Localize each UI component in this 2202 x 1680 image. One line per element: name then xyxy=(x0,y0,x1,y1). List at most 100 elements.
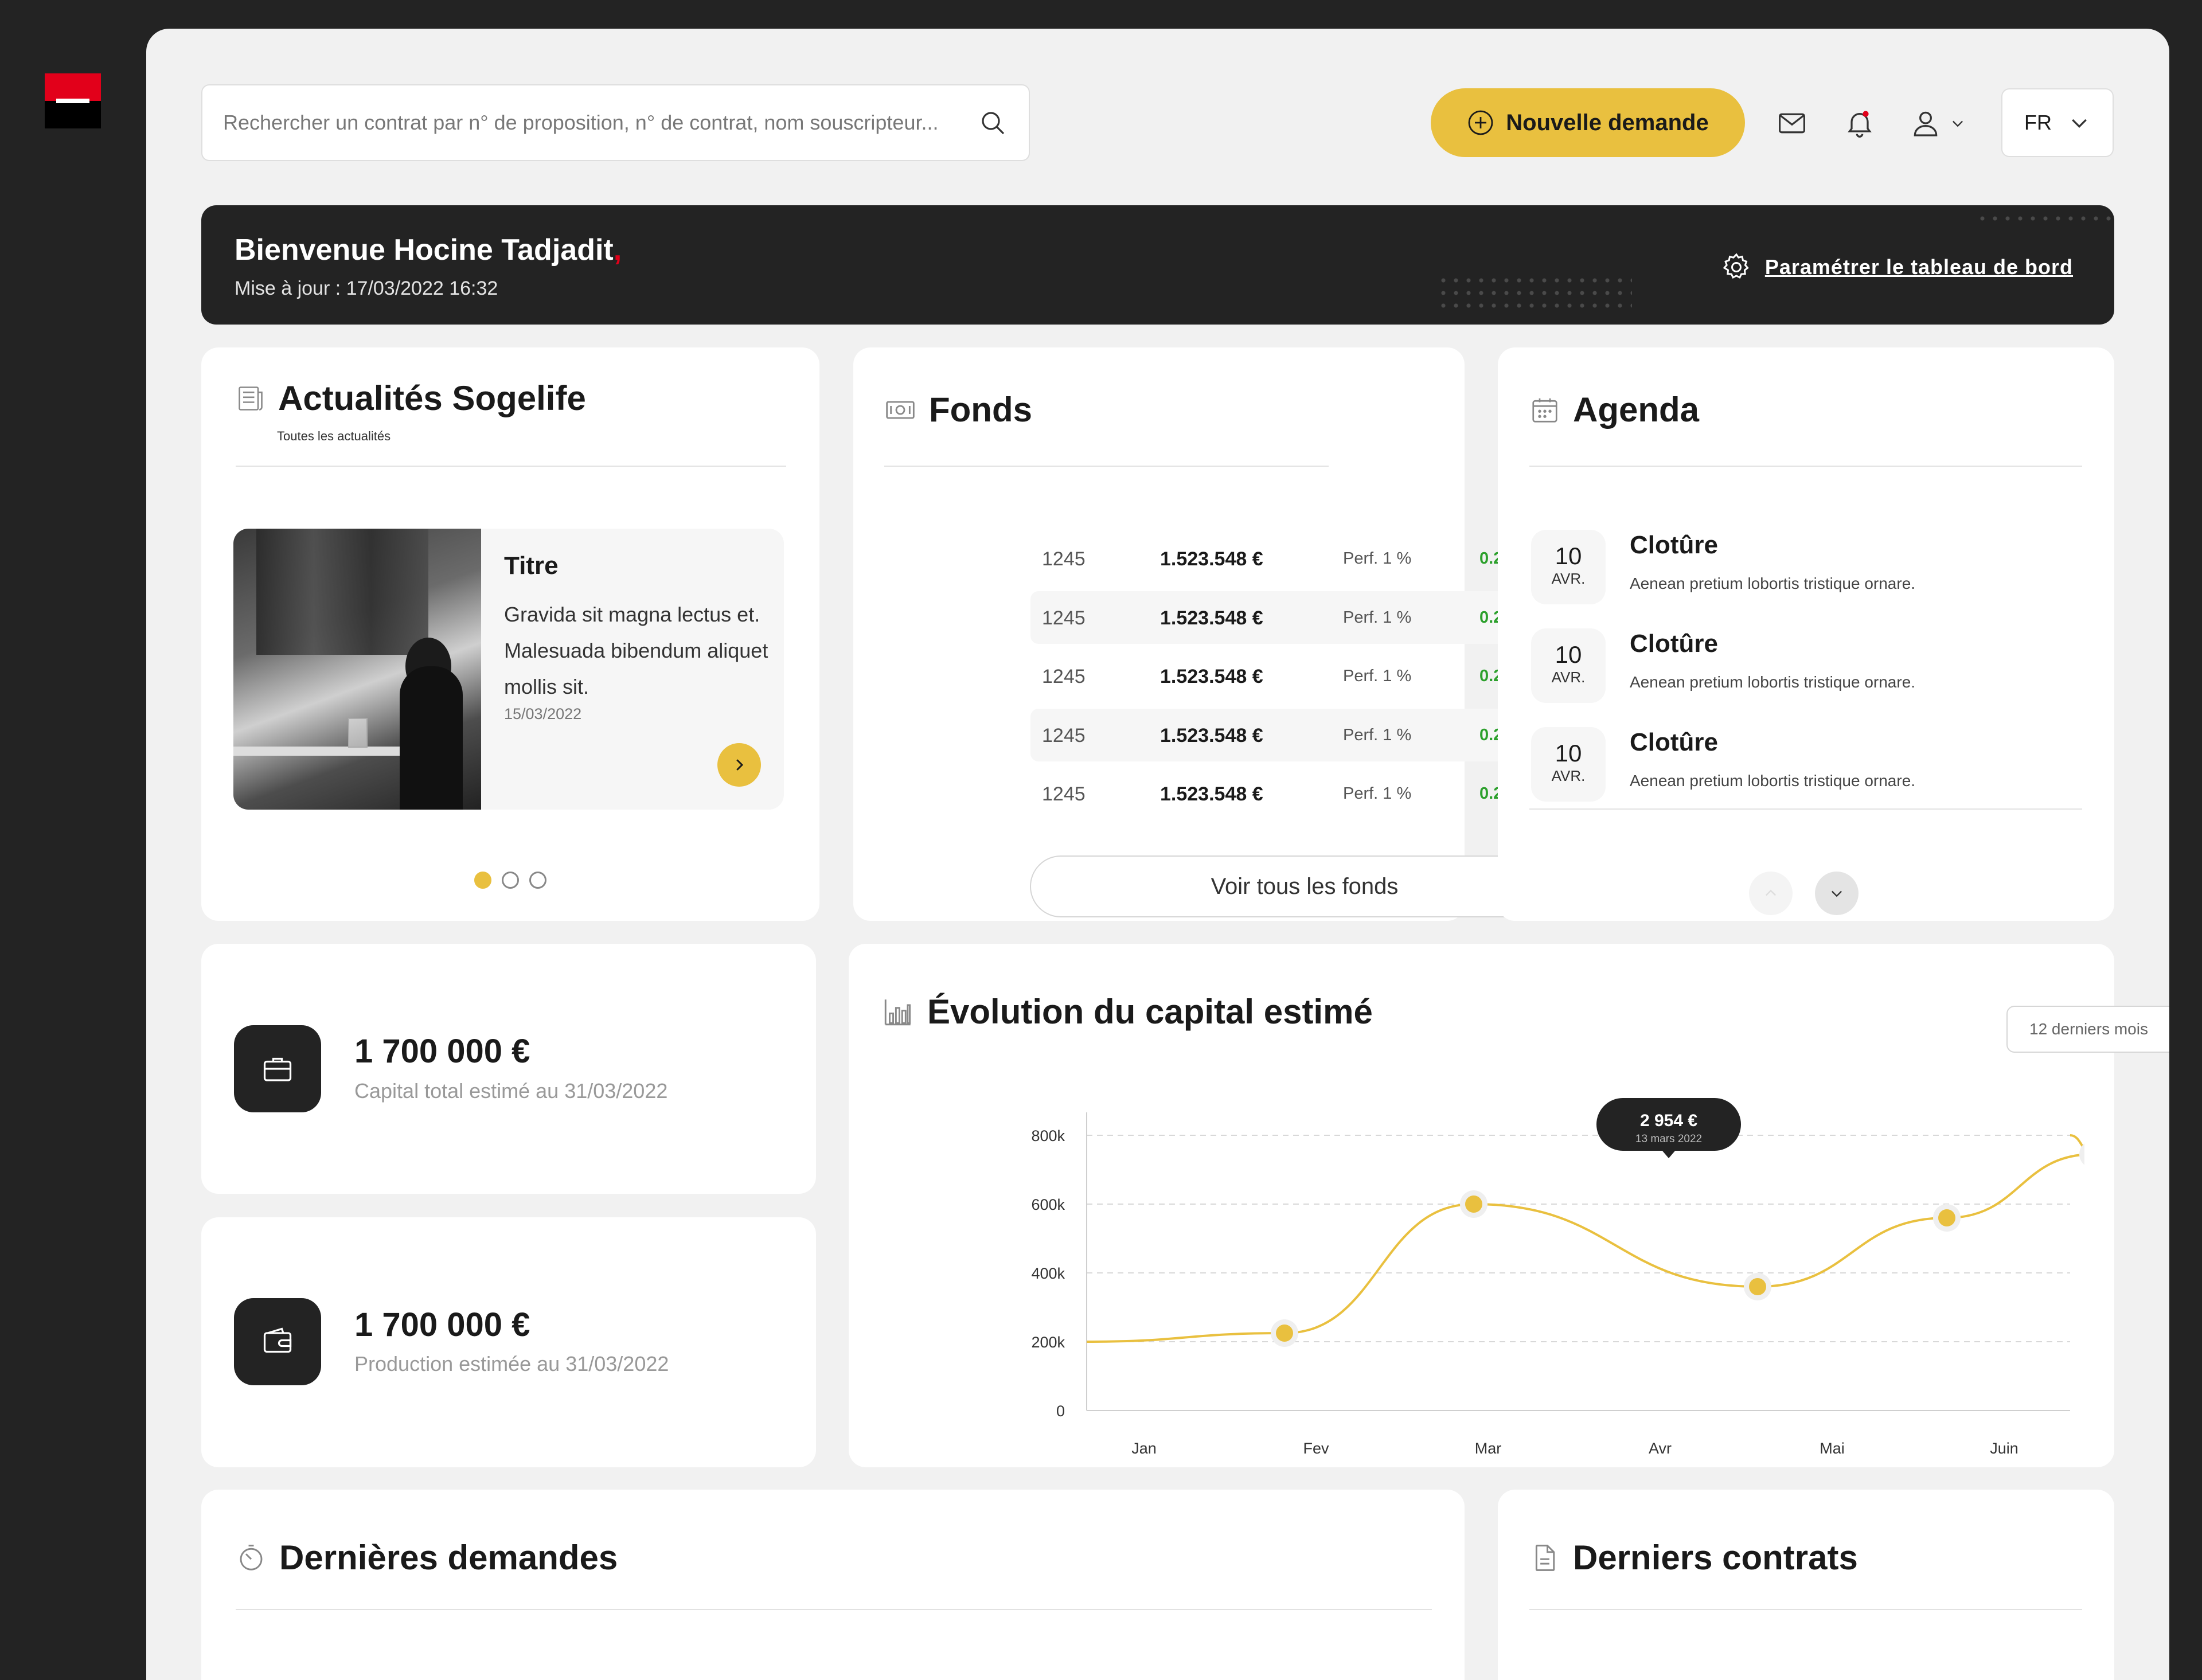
fund-row[interactable]: 12451.523.548 €Perf. 1 %0.2 %ISR xyxy=(1030,708,1578,761)
production-label: Production estimée au 31/03/2022 xyxy=(354,1352,669,1376)
fund-amount: 1.523.548 € xyxy=(1160,548,1263,570)
all-news-link[interactable]: Toutes les actualités xyxy=(277,429,391,444)
wallet-icon xyxy=(263,1327,292,1353)
bell-icon xyxy=(1848,111,1872,138)
pager-dot[interactable] xyxy=(502,872,519,889)
news-next-button[interactable] xyxy=(717,743,761,787)
news-title: Actualités Sogelife xyxy=(278,379,586,417)
agenda-item-text: Aenean pretium lobortis tristique ornare… xyxy=(1630,673,1916,691)
fund-row[interactable]: 12451.523.548 €Perf. 1 %0.2 %ISR xyxy=(1030,650,1578,702)
divider xyxy=(1529,466,2082,467)
main-panel: Nouvelle demande FR Bienvenue Hocine Tad… xyxy=(146,29,2169,1680)
x-tick-label: Avr xyxy=(1649,1440,1672,1457)
period-select[interactable]: 12 derniers mois xyxy=(2006,1006,2169,1053)
search-icon[interactable] xyxy=(979,110,1007,137)
y-tick-label: 600k xyxy=(1031,1196,1065,1213)
tooltip-value: 2 954 € xyxy=(1640,1111,1697,1130)
y-tick-label: 0 xyxy=(1056,1402,1065,1420)
news-item[interactable]: Titre Gravida sit magna lectus et. Males… xyxy=(233,529,784,810)
search-bar xyxy=(201,84,1030,161)
welcome-name: Bienvenue Hocine Tadjadit xyxy=(235,233,614,267)
last-update: Mise à jour : 17/03/2022 16:32 xyxy=(235,278,498,299)
agenda-day: 10 xyxy=(1555,542,1582,569)
tooltip-pointer xyxy=(1662,1150,1676,1158)
fund-perf: Perf. 1 % xyxy=(1343,549,1412,568)
news-image xyxy=(233,529,481,810)
chevron-down-icon xyxy=(2072,119,2087,128)
tooltip-date: 13 mars 2022 xyxy=(1635,1133,1702,1145)
new-request-button[interactable]: Nouvelle demande xyxy=(1431,88,1745,157)
agenda-title-row: Agenda xyxy=(1529,390,1699,429)
new-request-label: Nouvelle demande xyxy=(1506,110,1709,135)
data-point xyxy=(1749,1278,1766,1295)
language-value: FR xyxy=(2024,111,2052,134)
dashboard-settings-label: Paramétrer le tableau de bord xyxy=(1764,255,2073,279)
agenda-date: 10 AVR. xyxy=(1531,530,1606,604)
pager-dot[interactable] xyxy=(529,872,546,889)
agenda-item-title: Clotûre xyxy=(1630,630,1718,658)
agenda-item-title: Clotûre xyxy=(1630,531,1718,559)
chevron-up-icon xyxy=(1766,889,1776,896)
divider xyxy=(884,466,1329,467)
requests-title: Dernières demandes xyxy=(279,1538,618,1577)
chevron-right-icon xyxy=(736,759,744,771)
funds-title: Fonds xyxy=(929,390,1032,429)
agenda-date: 10 AVR. xyxy=(1531,727,1606,802)
language-select[interactable]: FR xyxy=(2001,88,2114,157)
mail-button[interactable] xyxy=(1777,103,1807,143)
divider xyxy=(1529,1609,2082,1610)
evolution-title: Évolution du capital estimé xyxy=(927,993,1373,1031)
contracts-title: Derniers contrats xyxy=(1573,1538,1858,1577)
search-input[interactable] xyxy=(223,85,940,160)
data-point xyxy=(1276,1325,1293,1342)
contracts-card xyxy=(1498,1490,2114,1680)
mail-icon xyxy=(1779,113,1805,134)
y-tick-label: 400k xyxy=(1031,1265,1065,1282)
decorative-dots xyxy=(1976,212,2114,227)
capital-label: Capital total estimé au 31/03/2022 xyxy=(354,1079,668,1103)
stopwatch-icon xyxy=(240,1544,263,1570)
notifications-button[interactable] xyxy=(1844,103,1876,143)
agenda-next-button[interactable] xyxy=(1815,872,1859,915)
fund-row[interactable]: 12451.523.548 €Perf. 1 %0.2 %ISR xyxy=(1030,591,1578,644)
agenda-item-text: Aenean pretium lobortis tristique ornare… xyxy=(1630,575,1916,592)
fund-perf: Perf. 1 % xyxy=(1343,608,1412,627)
decorative-dots xyxy=(1437,274,1632,314)
fund-row[interactable]: 12451.523.548 €Perf. 1 %0.2 %ISR xyxy=(1030,532,1578,585)
agenda-item-text: Aenean pretium lobortis tristique ornare… xyxy=(1630,772,1916,790)
news-item-date: 15/03/2022 xyxy=(504,705,582,722)
user-menu-button[interactable] xyxy=(1910,103,1966,143)
agenda-date: 10 AVR. xyxy=(1531,628,1606,703)
dashboard-settings-link[interactable]: Paramétrer le tableau de bord xyxy=(1720,251,2073,283)
agenda-day: 10 xyxy=(1555,641,1582,668)
y-tick-label: 200k xyxy=(1031,1334,1065,1351)
fund-id: 1245 xyxy=(1042,783,1086,805)
pager-dot[interactable] xyxy=(474,872,491,889)
agenda-title: Agenda xyxy=(1573,390,1700,429)
agenda-month: AVR. xyxy=(1551,669,1586,686)
welcome-comma: , xyxy=(613,233,622,267)
x-tick-label: Fev xyxy=(1303,1440,1329,1457)
plus-circle-icon xyxy=(1468,110,1493,135)
fund-row[interactable]: 12451.523.548 €Perf. 1 %0.2 %ISR xyxy=(1030,767,1578,820)
welcome-banner: Bienvenue Hocine Tadjadit, Mise à jour :… xyxy=(201,205,2114,325)
fund-amount: 1.523.548 € xyxy=(1160,666,1263,687)
divider xyxy=(236,1609,1432,1610)
view-all-funds-button[interactable]: Voir tous les fonds xyxy=(1030,855,1579,917)
chevron-down-icon xyxy=(1953,120,1963,127)
fund-amount: 1.523.548 € xyxy=(1160,724,1263,747)
fund-amount: 1.523.548 € xyxy=(1160,783,1263,805)
x-tick-label: Mar xyxy=(1475,1440,1502,1457)
sogelife-logo[interactable] xyxy=(45,73,101,128)
capital-value: 1 700 000 € xyxy=(354,1033,530,1070)
contracts-title-row: Derniers contrats xyxy=(1529,1538,1858,1577)
gear-icon xyxy=(1723,253,1749,279)
agenda-prev-button[interactable] xyxy=(1749,872,1793,915)
fund-perf: Perf. 1 % xyxy=(1343,667,1412,685)
news-item-title: Titre xyxy=(504,552,559,580)
x-tick-label: Jan xyxy=(1131,1440,1157,1457)
requests-title-row: Dernières demandes xyxy=(236,1538,618,1577)
briefcase-icon-tile xyxy=(234,1025,321,1112)
divider xyxy=(236,466,786,467)
agenda-month: AVR. xyxy=(1551,570,1586,587)
